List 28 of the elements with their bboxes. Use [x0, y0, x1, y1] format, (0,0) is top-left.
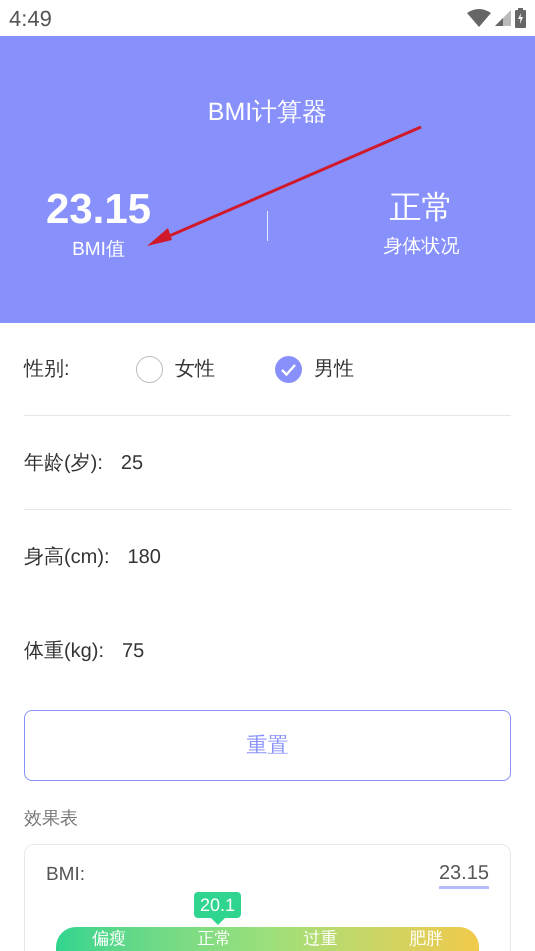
scale-label: 正常	[196, 930, 233, 946]
bmi-value: 23.15	[46, 188, 152, 230]
scale-label: 偏瘦	[90, 930, 127, 946]
wifi-icon	[467, 9, 491, 27]
field-label: 身高(cm):	[24, 545, 110, 570]
status-value: 正常	[390, 190, 454, 222]
radio-empty-icon	[136, 356, 163, 382]
gender-radio[interactable]: 女性	[136, 354, 215, 384]
field-label: 体重(kg):	[24, 639, 104, 664]
input-field[interactable]: 75	[122, 636, 144, 666]
radio-checked-icon	[275, 356, 302, 382]
status-time: 4:49	[9, 4, 52, 32]
input-field[interactable]: 25	[120, 448, 144, 478]
status-label: 身体状况	[384, 234, 460, 258]
card-bmi-value: 23.15	[438, 861, 489, 890]
input-field[interactable]: 180	[128, 542, 161, 572]
scale-label: 过重	[302, 930, 338, 946]
gender-label: 性别:	[24, 357, 71, 382]
card-bmi-label: BMI:	[46, 863, 86, 887]
signal-icon	[495, 10, 511, 26]
field-label: 年龄(岁):	[24, 450, 103, 476]
battery-icon	[515, 8, 526, 28]
section-heading: 效果表	[24, 807, 79, 830]
scale-label: 肥胖	[408, 930, 444, 946]
bmi-label: BMI值	[72, 238, 125, 262]
app-title: BMI计算器	[208, 97, 328, 128]
gender-radio[interactable]: 男性	[275, 354, 354, 384]
marker-tooltip: 20.1	[194, 892, 242, 924]
